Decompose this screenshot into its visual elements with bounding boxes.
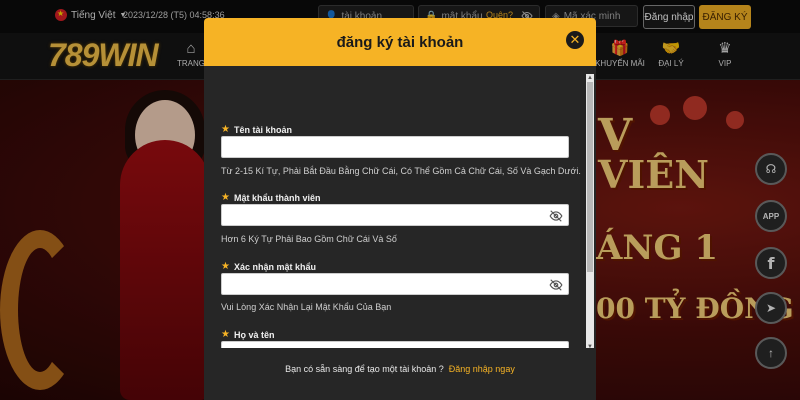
eye-off-icon[interactable] xyxy=(549,278,563,292)
footer-text: Bạn có sẵn sàng để tạo một tài khoản ? xyxy=(285,364,444,374)
login-now-link[interactable]: Đăng nhập ngay xyxy=(449,364,515,374)
confirm-password-label-text: Xác nhận mật khẩu xyxy=(233,261,316,272)
fullname-label-text: Họ và tên xyxy=(233,329,275,340)
close-icon[interactable]: ✕ xyxy=(566,31,584,49)
scroll-up-arrow-icon[interactable]: ▲ xyxy=(586,74,594,82)
register-username-input[interactable] xyxy=(221,136,569,158)
fullname-input[interactable] xyxy=(221,341,569,348)
confirm-password-input[interactable] xyxy=(221,273,569,295)
password-hint: Hơn 6 Ký Tự Phải Bao Gồm Chữ Cái Và Số xyxy=(221,234,397,244)
register-password-input[interactable] xyxy=(221,204,569,226)
register-form: ★ Tên tài khoản Từ 2-15 Kí Tự, Phải Bắt … xyxy=(204,66,596,348)
register-modal: đăng ký tài khoản ✕ ★ Tên tài khoản Từ 2… xyxy=(204,18,596,400)
form-scrollbar[interactable]: ▲ ▼ xyxy=(586,74,594,351)
password-label: ★ Mật khẩu thành viên xyxy=(221,192,320,203)
confirm-password-label: ★ Xác nhận mật khẩu xyxy=(221,261,316,272)
eye-off-icon[interactable] xyxy=(549,209,563,223)
modal-header: đăng ký tài khoản ✕ xyxy=(204,18,596,66)
star-icon: ★ xyxy=(221,329,230,340)
star-icon: ★ xyxy=(221,192,230,203)
username-hint: Từ 2-15 Kí Tự, Phải Bắt Đầu Bằng Chữ Cái… xyxy=(221,166,581,176)
modal-footer: Bạn có sẵn sàng để tạo một tài khoản ? Đ… xyxy=(204,348,596,400)
star-icon: ★ xyxy=(221,261,230,272)
confirm-password-hint: Vui Lòng Xác Nhận Lại Mật Khẩu Của Bạn xyxy=(221,302,392,312)
star-icon: ★ xyxy=(221,124,230,135)
username-label-text: Tên tài khoản xyxy=(233,124,292,135)
modal-title: đăng ký tài khoản xyxy=(336,33,464,51)
password-label-text: Mật khẩu thành viên xyxy=(233,192,321,203)
scrollbar-thumb[interactable] xyxy=(587,82,593,272)
username-label: ★ Tên tài khoản xyxy=(221,124,292,135)
fullname-label: ★ Họ và tên xyxy=(221,329,274,340)
